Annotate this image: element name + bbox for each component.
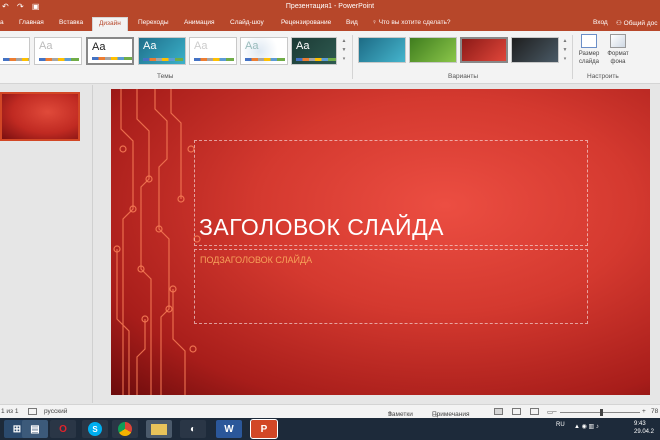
theme-color-bar <box>3 58 29 61</box>
tab-home[interactable]: Главная <box>19 19 44 26</box>
theme-sample-text: Aa <box>39 40 53 52</box>
variant-thumbnail[interactable] <box>511 37 559 63</box>
folder-icon[interactable] <box>146 420 172 438</box>
variant-thumbnail[interactable] <box>358 37 406 63</box>
slide-sorter-icon[interactable] <box>512 408 521 415</box>
sign-in-link[interactable]: Вход <box>593 19 608 26</box>
variant-thumbnail-selected[interactable] <box>460 37 508 63</box>
slide-canvas[interactable]: ЗАГОЛОВОК СЛАЙДА ПОДЗАГОЛОВОК СЛАЙДА <box>111 89 650 395</box>
theme-sample-text: Aa <box>143 40 157 52</box>
slide-size-button[interactable]: Размер слайда <box>574 34 604 66</box>
scroll-down-icon[interactable]: ▼ <box>561 46 569 55</box>
media-icon[interactable]: ◐ <box>180 420 206 438</box>
slide-title[interactable]: ЗАГОЛОВОК СЛАЙДА <box>199 214 444 241</box>
tab-slideshow[interactable]: Слайд-шоу <box>230 19 264 26</box>
notes-label: Заметки <box>388 411 413 418</box>
tab-animations[interactable]: Анимация <box>184 19 215 26</box>
theme-sample-text: Aa <box>296 40 310 52</box>
windows-taskbar: ⊞ ▤ O S ◐ W P RU ▲ ◉ ▥ ♪ 9:43 29.04.2 <box>0 418 660 440</box>
tell-me-box[interactable]: ♀ Что вы хотите сделать? <box>372 19 451 26</box>
language-indicator[interactable]: русский <box>44 408 67 415</box>
theme-color-bar <box>143 58 183 61</box>
variants-group-label: Варианты <box>448 73 479 80</box>
clock[interactable]: 9:43 29.04.2 <box>634 420 654 436</box>
ribbon: Aa Aa Aa Aa Aa Aa ▲ ▼ ▾ Темы ▲ ▼ ▾ Вариа… <box>0 31 660 84</box>
ribbon-tabs: а Главная Вставка Дизайн Переходы Анимац… <box>0 15 660 31</box>
tray-icons[interactable]: ▲ ◉ ▥ ♪ <box>574 423 599 430</box>
scroll-up-icon[interactable]: ▲ <box>561 37 569 46</box>
slide-thumbnail-pane <box>0 85 93 403</box>
slide-size-label: Размер слайда <box>578 51 600 65</box>
file-manager-icon[interactable]: ▤ <box>22 420 48 438</box>
theme-thumbnail[interactable] <box>0 37 30 65</box>
tab-file[interactable]: а <box>0 19 4 26</box>
zoom-out-icon[interactable]: – <box>553 408 557 415</box>
zoom-level[interactable]: 78 <box>651 408 658 415</box>
tab-transitions[interactable]: Переходы <box>138 19 169 26</box>
chrome-icon[interactable] <box>112 420 138 438</box>
clock-time: 9:43 <box>634 421 646 427</box>
theme-thumbnail[interactable]: Aa <box>291 37 337 65</box>
theme-sample-text: Aa <box>194 40 208 52</box>
slide-subtitle[interactable]: ПОДЗАГОЛОВОК СЛАЙДА <box>200 255 312 265</box>
variants-gallery-scroll[interactable]: ▲ ▼ ▾ <box>561 37 569 67</box>
language-bar[interactable]: RU <box>556 422 565 428</box>
theme-thumbnail[interactable]: Aa <box>138 37 186 65</box>
theme-thumbnail[interactable]: Aa <box>240 37 288 65</box>
format-background-icon <box>610 34 626 48</box>
zoom-in-icon[interactable]: + <box>642 408 646 415</box>
normal-view-icon[interactable] <box>494 408 503 415</box>
theme-color-bar <box>194 58 234 61</box>
status-bar: 1 из 1 русский ≡ Заметки ▭ Примечания ▭ … <box>0 404 660 419</box>
title-bar: ↶ ↷ ▣ Презентация1 - PowerPoint <box>0 0 660 15</box>
theme-color-bar <box>296 58 336 61</box>
tab-review[interactable]: Рецензирование <box>281 19 331 26</box>
tab-design[interactable]: Дизайн <box>92 17 128 31</box>
skype-icon[interactable]: S <box>82 420 108 438</box>
slide-size-icon <box>581 34 597 48</box>
reading-view-icon[interactable] <box>530 408 539 415</box>
themes-group-label: Темы <box>157 73 174 80</box>
comments-label: Примечания <box>432 411 470 418</box>
person-icon: ⚇ <box>616 20 622 27</box>
tab-view[interactable]: Вид <box>346 19 358 26</box>
theme-color-bar <box>245 58 285 61</box>
group-separator <box>352 35 353 79</box>
more-icon[interactable]: ▾ <box>561 55 569 64</box>
theme-color-bar <box>92 57 132 60</box>
spelling-icon[interactable] <box>28 408 37 415</box>
window-title: Презентация1 - PowerPoint <box>285 3 375 10</box>
theme-thumbnail-office[interactable]: Aa <box>86 37 134 65</box>
theme-thumbnail[interactable]: Aa <box>189 37 237 65</box>
slide-thumbnail[interactable] <box>0 92 80 141</box>
theme-sample-text: Aa <box>245 40 259 52</box>
theme-color-bar <box>39 58 79 61</box>
theme-thumbnail[interactable]: Aa <box>34 37 82 65</box>
share-label: Общий дос <box>623 20 658 27</box>
more-icon[interactable]: ▾ <box>340 55 348 64</box>
variant-thumbnail[interactable] <box>409 37 457 63</box>
word-icon[interactable]: W <box>216 420 242 438</box>
scroll-down-icon[interactable]: ▼ <box>340 46 348 55</box>
zoom-slider-thumb[interactable] <box>600 409 603 416</box>
opera-icon[interactable]: O <box>50 420 76 438</box>
clock-date: 29.04.2 <box>634 429 655 435</box>
customize-group-label: Настроить <box>587 73 619 80</box>
powerpoint-icon[interactable]: P <box>250 419 278 439</box>
share-button[interactable]: ⚇ Общий дос <box>616 19 658 27</box>
lightbulb-icon: ♀ <box>372 19 377 26</box>
theme-sample-text: Aa <box>92 41 106 53</box>
scroll-up-icon[interactable]: ▲ <box>340 37 348 46</box>
group-separator <box>572 35 573 79</box>
tell-me-text: Что вы хотите сделать? <box>378 19 451 26</box>
themes-gallery-scroll[interactable]: ▲ ▼ ▾ <box>340 37 348 67</box>
slide-count: 1 из 1 <box>1 408 19 415</box>
format-background-label: Формат фона <box>607 51 629 65</box>
format-background-button[interactable]: Формат фона <box>604 34 632 66</box>
tab-insert[interactable]: Вставка <box>59 19 83 26</box>
